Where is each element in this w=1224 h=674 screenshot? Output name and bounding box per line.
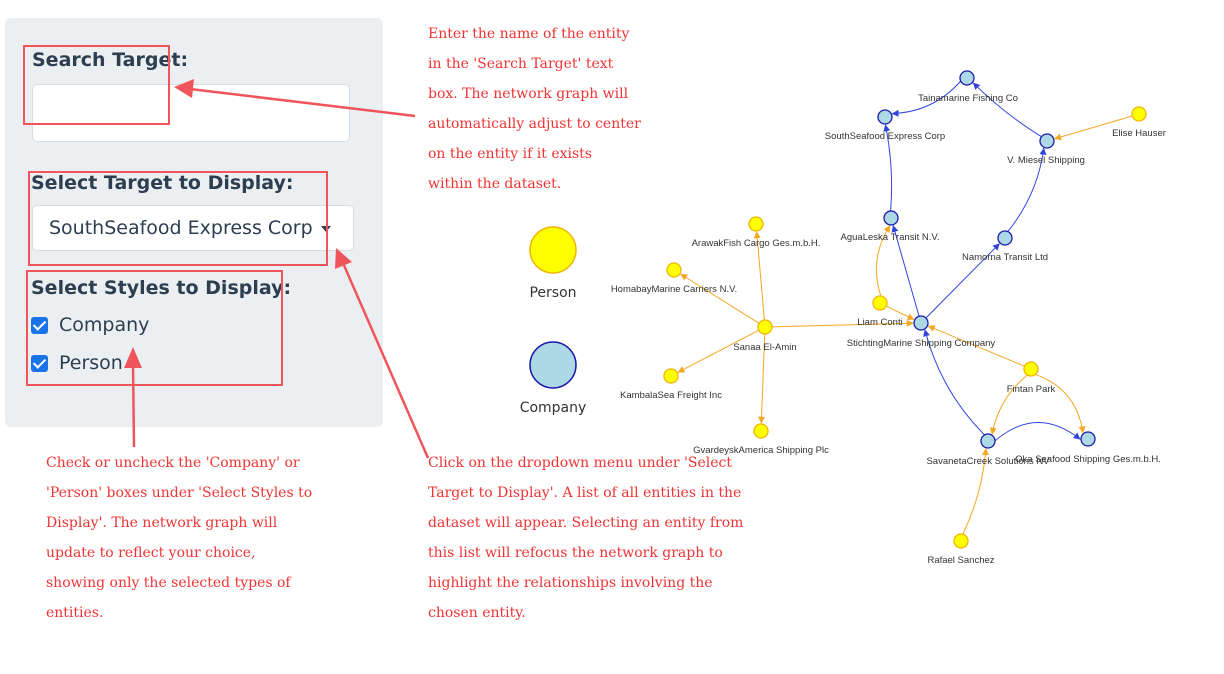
annotation-arrows <box>124 79 430 459</box>
search-arrowhead <box>174 79 194 98</box>
select-arrow <box>341 262 430 459</box>
search-arrow <box>189 87 416 118</box>
styles-arrowhead <box>124 347 142 368</box>
styles-arrow <box>131 362 136 448</box>
